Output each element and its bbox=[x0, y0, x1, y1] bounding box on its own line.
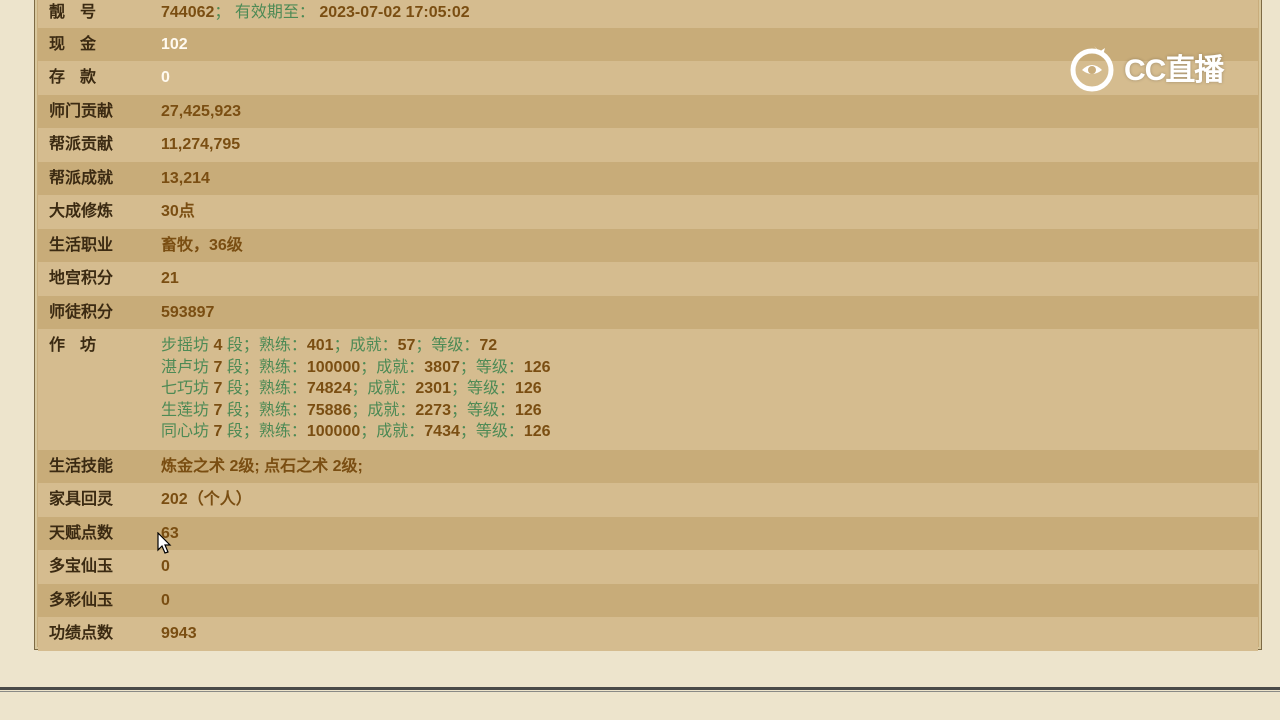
row-label: 帮派贡献 bbox=[49, 136, 114, 153]
row-value: 0 bbox=[161, 592, 170, 609]
row-label: 多彩仙玉 bbox=[49, 592, 114, 609]
row-value: 744062； 有效期至： 2023-07-02 17:05:02 bbox=[161, 4, 470, 21]
row-talent-points: 天赋点数 63 bbox=[38, 517, 1258, 550]
row-duocai-jade: 多彩仙玉 0 bbox=[38, 584, 1258, 617]
row-label: 存款 bbox=[49, 69, 112, 86]
row-sect-contribution: 师门贡献 27,425,923 bbox=[38, 95, 1258, 128]
row-value: 27,425,923 bbox=[161, 103, 242, 120]
workshop-item: 七巧坊 7 段；熟练：74824；成就：2301；等级：126 bbox=[161, 380, 542, 397]
row-value: 593897 bbox=[161, 304, 215, 321]
row-label: 作坊 bbox=[49, 337, 112, 354]
row-label: 地宫积分 bbox=[49, 270, 114, 287]
row-label: 生活职业 bbox=[49, 237, 114, 254]
row-label: 家具回灵 bbox=[49, 491, 114, 508]
row-value: 9943 bbox=[161, 625, 197, 642]
row-label: 天赋点数 bbox=[49, 525, 114, 542]
workshop-item: 步摇坊 4 段；熟练：401；成就：57；等级：72 bbox=[161, 337, 498, 354]
workshop-item: 同心坊 7 段；熟练：100000；成就：7434；等级：126 bbox=[161, 423, 551, 440]
row-value: 畜牧，36级 bbox=[161, 237, 243, 254]
workshop-item: 湛卢坊 7 段；熟练：100000；成就：3807；等级：126 bbox=[161, 358, 551, 376]
account-number: 744062 bbox=[161, 4, 215, 21]
row-label: 靓号 bbox=[49, 4, 112, 21]
workshop-item: 生莲坊 7 段；熟练：75886；成就：2273；等级：126 bbox=[161, 401, 542, 419]
row-value: 30点 bbox=[161, 203, 195, 220]
cc-live-watermark: CC直播 bbox=[1068, 42, 1248, 92]
info-table: 靓号 744062； 有效期至： 2023-07-02 17:05:02 现金 … bbox=[38, 0, 1258, 651]
row-value: 202（个人） bbox=[161, 491, 252, 508]
page-divider-shadow bbox=[0, 691, 1280, 692]
row-merit-points: 功绩点数 9943 bbox=[38, 617, 1258, 651]
row-label: 现金 bbox=[49, 36, 112, 53]
row-life-skills: 生活技能 炼金之术 2级; 点石之术 2级; bbox=[38, 450, 1258, 483]
expiry-date: 2023-07-02 17:05:02 bbox=[319, 4, 470, 21]
character-info-panel: 靓号 744062； 有效期至： 2023-07-02 17:05:02 现金 … bbox=[34, 0, 1262, 651]
row-gang-achievement: 帮派成就 13,214 bbox=[38, 162, 1258, 195]
row-label: 帮派成就 bbox=[49, 170, 114, 187]
row-value: 0 bbox=[161, 558, 170, 575]
row-label: 功绩点数 bbox=[49, 625, 114, 642]
row-cultivation: 大成修炼 30点 bbox=[38, 195, 1258, 229]
mouse-pointer-icon bbox=[157, 532, 172, 554]
row-dungeon-points: 地宫积分 21 bbox=[38, 262, 1258, 296]
row-gang-contribution: 帮派贡献 11,274,795 bbox=[38, 128, 1258, 162]
row-label: 生活技能 bbox=[49, 458, 114, 475]
row-value: 21 bbox=[161, 270, 179, 287]
expiry-label: 有效期至： bbox=[234, 4, 315, 21]
page-divider bbox=[0, 687, 1280, 690]
cc-live-logo-icon bbox=[1070, 46, 1114, 92]
row-value: 炼金之术 2级; 点石之术 2级; bbox=[161, 458, 363, 475]
row-mentor-points: 师徒积分 593897 bbox=[38, 296, 1258, 329]
row-value: 11,274,795 bbox=[161, 136, 241, 153]
workshop-list: 步摇坊 4 段；熟练：401；成就：57；等级：72 湛卢坊 7 段；熟练：10… bbox=[161, 335, 1258, 443]
watermark-text: CC直播 bbox=[1124, 54, 1224, 87]
row-value: 13,214 bbox=[161, 170, 210, 187]
row-value: 63 bbox=[161, 525, 179, 542]
row-label: 大成修炼 bbox=[49, 203, 114, 220]
row-life-profession: 生活职业 畜牧，36级 bbox=[38, 229, 1258, 262]
row-label: 师徒积分 bbox=[49, 304, 114, 321]
row-account-number: 靓号 744062； 有效期至： 2023-07-02 17:05:02 bbox=[38, 0, 1258, 28]
row-furniture: 家具回灵 202（个人） bbox=[38, 483, 1258, 517]
row-duobao-jade: 多宝仙玉 0 bbox=[38, 550, 1258, 584]
row-label: 师门贡献 bbox=[49, 103, 114, 120]
row-label: 多宝仙玉 bbox=[49, 558, 114, 575]
row-workshop: 作坊 步摇坊 4 段；熟练：401；成就：57；等级：72 湛卢坊 7 段；熟练… bbox=[38, 329, 1258, 450]
